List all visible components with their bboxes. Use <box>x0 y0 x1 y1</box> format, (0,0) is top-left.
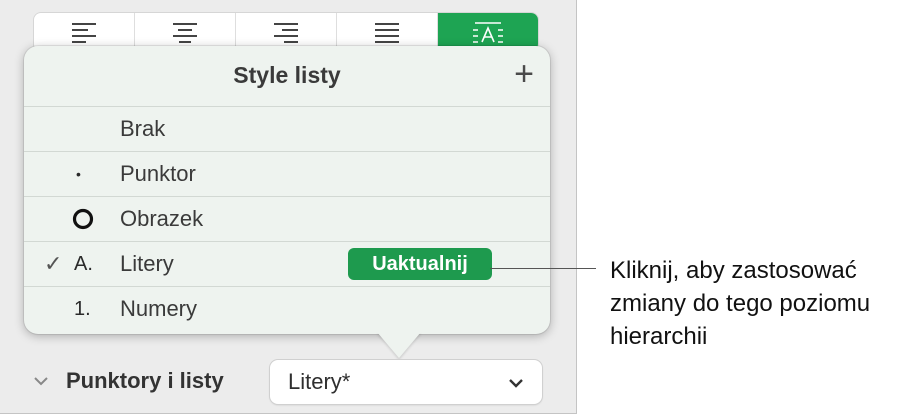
popover-title: Style listy <box>233 62 341 88</box>
number-bullet-icon: 1. <box>74 298 91 320</box>
callout-text: Kliknij, aby zastosować zmiany do tego p… <box>610 257 871 350</box>
callout-line <box>490 268 596 269</box>
list-style-row-numbers[interactable]: 1. Numery <box>24 286 550 331</box>
list-style-row-bullet[interactable]: • Punktor <box>24 151 550 196</box>
checkmark-icon: ✓ <box>44 251 63 276</box>
align-left-icon <box>72 23 96 43</box>
list-style-label: Litery <box>120 251 174 276</box>
bullets-lists-section: Punktory i listy Litery* <box>30 360 550 406</box>
disclosure-chevron-icon[interactable] <box>32 372 50 390</box>
bullet-icon: • <box>76 166 81 182</box>
list-style-label: Obrazek <box>120 206 204 231</box>
list-style-row-image[interactable]: Obrazek <box>24 196 550 241</box>
list-style-row-none[interactable]: Brak <box>24 106 550 151</box>
list-style-label: Brak <box>120 116 166 141</box>
list-style-label: Punktor <box>120 161 196 186</box>
chevron-down-icon <box>509 379 523 388</box>
add-list-style-button[interactable]: + <box>510 57 538 91</box>
text-columns-icon <box>473 22 503 43</box>
section-title: Punktory i listy <box>66 368 224 393</box>
list-style-select[interactable]: Litery* <box>270 360 542 404</box>
image-bullet-icon <box>72 208 94 230</box>
align-right-icon <box>274 23 298 43</box>
format-panel: Style listy + Brak • Punktor Obrazek ✓ A… <box>0 0 577 414</box>
select-value: Litery* <box>288 369 351 394</box>
update-style-button[interactable]: Uaktualnij <box>348 248 492 280</box>
popover-arrow <box>377 332 421 358</box>
letter-bullet-icon: A. <box>74 253 93 275</box>
align-center-icon <box>173 23 197 43</box>
justify-icon <box>375 23 399 43</box>
list-styles-popover: Style listy + Brak • Punktor Obrazek ✓ A… <box>24 46 550 334</box>
list-style-label: Numery <box>120 296 198 321</box>
list-style-row-letters[interactable]: ✓ A. Litery Uaktualnij <box>24 241 550 286</box>
